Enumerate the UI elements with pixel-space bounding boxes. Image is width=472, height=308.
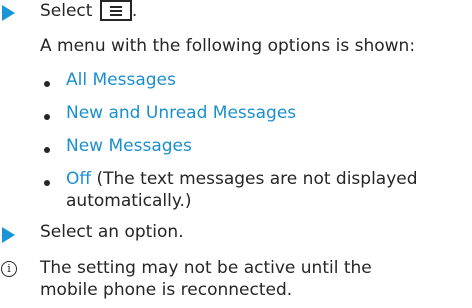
option-label: New Messages [66,136,192,156]
option-label: New and Unread Messages [66,103,297,123]
info-icon: i [1,261,17,277]
note-line-2: mobile phone is reconnected. [40,280,292,300]
note-line-1: The setting may not be active until the [40,258,372,278]
bullet-icon [44,147,50,153]
step-arrow-icon [2,5,15,21]
step-select-menu: Select . [40,0,137,21]
option-new-messages: New Messages [66,136,192,156]
note-line-2-text: mobile phone is reconnected [40,280,287,300]
bullet-icon [44,114,50,120]
bullet-icon [44,81,50,87]
option-description: (The text messages are not displayed [91,169,418,189]
step-select-label: Select [40,1,93,21]
option-new-and-unread: New and Unread Messages [66,103,296,123]
step-select-period: . [131,1,138,21]
menu-intro-text: A menu with the following options is sho… [40,36,416,56]
option-all-messages: All Messages [66,70,176,90]
bullet-icon [44,180,50,186]
option-off: Off (The text messages are not displayed [66,169,418,189]
step-select-option: Select an option. [40,222,184,242]
step-arrow-icon [2,227,15,243]
note-line-2-end: . [286,280,293,300]
option-label: Off [66,169,92,189]
option-label: All Messages [66,70,176,90]
option-off-continued: automatically.) [66,191,192,211]
menu-list-icon [99,0,132,21]
